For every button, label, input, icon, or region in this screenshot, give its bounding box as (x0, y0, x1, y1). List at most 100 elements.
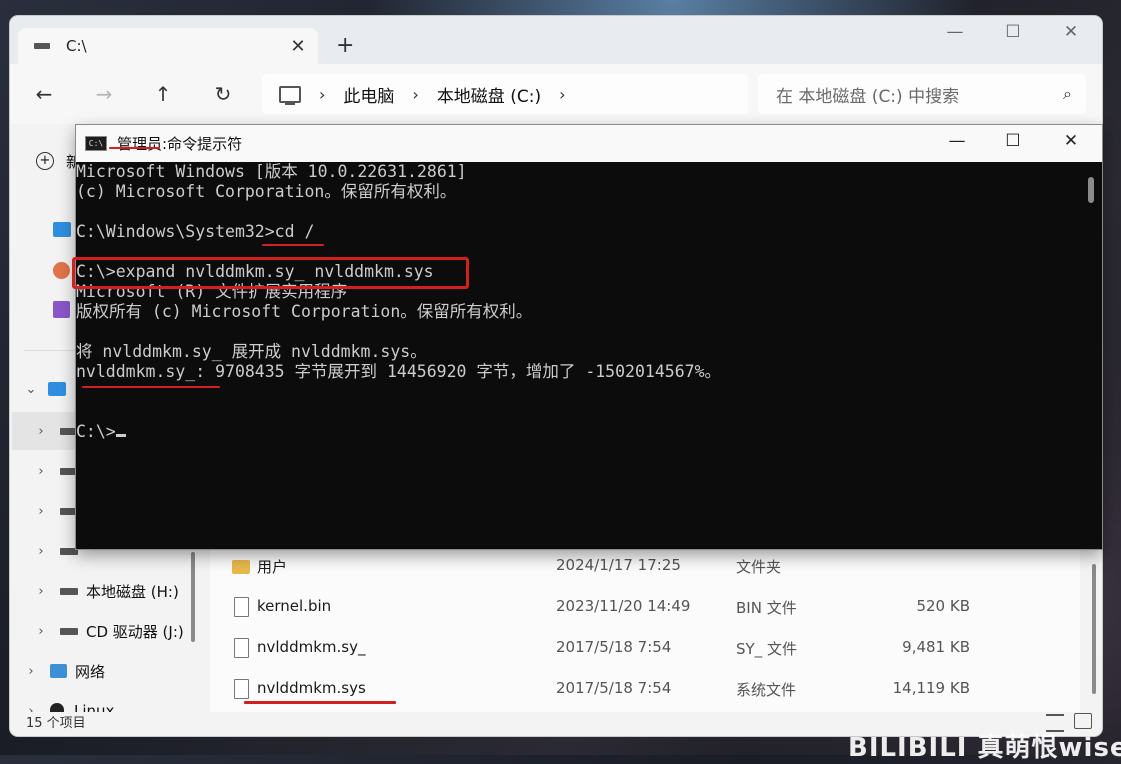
pictures-icon[interactable] (53, 222, 71, 237)
address-bar[interactable]: › 此电脑 › 本地磁盘 (C:) › (262, 74, 748, 114)
folder-icon (232, 560, 250, 574)
sidebar-item-label: 本地磁盘 (H:) (86, 582, 179, 601)
tab-close-icon[interactable]: ✕ (278, 36, 318, 57)
breadcrumb-c-drive[interactable]: 本地磁盘 (C:) (437, 82, 541, 107)
chevron-right-icon[interactable]: › (24, 664, 38, 679)
file-size: 14,119 KB (892, 679, 970, 697)
chevron-right-icon[interactable]: › (34, 584, 48, 599)
file-type: 文件夹 (736, 558, 782, 576)
cmd-minimize-button[interactable]: — (928, 131, 986, 155)
file-icon (234, 597, 249, 617)
text-cursor (115, 434, 126, 437)
chevron-right-icon[interactable]: › (34, 424, 48, 439)
sidebar-item-cd-drive[interactable]: › CD 驱动器 (J:) (10, 612, 198, 650)
search-icon: ⌕ (1063, 84, 1072, 103)
sidebar-item-network[interactable]: › 网络 (10, 652, 198, 690)
console-prompt: C:\> (76, 422, 116, 441)
sidebar-item-drive-h[interactable]: › 本地磁盘 (H:) (10, 572, 198, 610)
sidebar-item-label: CD 驱动器 (J:) (86, 622, 184, 641)
music-icon[interactable] (53, 262, 70, 279)
cmd-app-icon: C:\ (85, 136, 107, 151)
file-icon (234, 638, 249, 658)
chevron-right-icon: › (412, 84, 419, 104)
file-list: 用户 2024/1/17 17:25 文件夹 kernel.bin 2023/1… (210, 544, 1096, 714)
console-line: (c) Microsoft Corporation。保留所有权利。 (76, 182, 457, 201)
annotation-underline (244, 701, 396, 704)
cmd-maximize-button[interactable]: ☐ (984, 131, 1042, 155)
file-row[interactable]: nvlddmkm.sy_ 2017/5/18 7:54 SY_ 文件 9,481… (210, 628, 1080, 668)
annotation-underline (109, 147, 160, 149)
console-line: 将 nvlddmkm.sy_ 展开成 nvlddmkm.sys。 (76, 342, 427, 361)
watermark: BILIBILI 真萌恨wise (848, 733, 1121, 763)
console-prompt-line: C:\> (76, 422, 1081, 442)
chevron-down-icon[interactable]: ⌄ (24, 382, 38, 397)
console-output[interactable]: Microsoft Windows [版本 10.0.22631.2861] (… (76, 162, 1081, 548)
file-type: SY_ 文件 (736, 640, 797, 658)
file-date: 2017/5/18 7:54 (556, 679, 672, 697)
item-count: 15 个项目 (26, 716, 86, 731)
file-name: 用户 (257, 558, 288, 576)
cmd-title-bar[interactable]: C:\ 管理员: 命令提示符 — ☐ ✕ (76, 125, 1102, 162)
console-line: Microsoft Windows [版本 10.0.22631.2861] (76, 162, 467, 181)
tab-title: C:\ (66, 37, 87, 55)
file-name: nvlddmkm.sy_ (257, 638, 366, 656)
cmd-title-text: 命令提示符 (167, 135, 243, 153)
sidebar-item-label: 网络 (75, 662, 106, 681)
chevron-right-icon[interactable]: › (34, 504, 48, 519)
file-size: 9,481 KB (902, 638, 970, 656)
maximize-button[interactable]: ☐ (984, 22, 1042, 46)
file-list-scrollbar[interactable] (1092, 564, 1096, 694)
file-type: 系统文件 (736, 681, 797, 699)
navigation-bar: ← → ↑ ↻ › 此电脑 › 本地磁盘 (C:) › 在 本地磁盘 (C:) … (10, 64, 1102, 124)
file-type: BIN 文件 (736, 599, 797, 617)
videos-icon[interactable] (53, 301, 70, 318)
console-line: nvlddmkm.sy_: 9708435 字节展开到 14456920 字节，… (76, 362, 722, 381)
computer-icon (279, 85, 301, 105)
console-line: C:\Windows\System32>cd / (76, 222, 315, 241)
file-row[interactable]: kernel.bin 2023/11/20 14:49 BIN 文件 520 K… (210, 587, 1080, 627)
annotation-underline (82, 386, 220, 388)
drive-icon (60, 587, 78, 595)
file-row[interactable]: 用户 2024/1/17 17:25 文件夹 (210, 546, 1080, 586)
plus-circle-icon: + (36, 152, 54, 170)
breadcrumb-this-pc[interactable]: 此电脑 (343, 82, 394, 107)
file-size: 520 KB (916, 597, 970, 615)
file-date: 2017/5/18 7:54 (556, 638, 672, 656)
chevron-right-icon[interactable]: › (34, 624, 48, 639)
monitor-icon (48, 382, 66, 396)
up-button[interactable]: ↑ (151, 82, 175, 106)
chevron-right-icon[interactable]: › (559, 85, 565, 104)
file-date: 2024/1/17 17:25 (556, 556, 681, 574)
chevron-right-icon: › (319, 84, 326, 104)
console-line: 版权所有 (c) Microsoft Corporation。保留所有权利。 (76, 302, 533, 321)
new-tab-button[interactable]: + (336, 35, 354, 57)
minimize-button[interactable]: — (926, 22, 984, 46)
back-button[interactable]: ← (32, 82, 56, 106)
forward-button[interactable]: → (92, 82, 116, 106)
close-window-button[interactable]: ✕ (1042, 22, 1100, 46)
refresh-button[interactable]: ↻ (211, 82, 235, 106)
annotation-box (72, 257, 469, 289)
file-date: 2023/11/20 14:49 (556, 597, 691, 615)
chevron-right-icon[interactable]: › (34, 464, 48, 479)
tab-bar: C:\ ✕ + — ☐ ✕ (10, 16, 1102, 64)
cmd-title-admin: 管理员: (117, 135, 168, 153)
search-placeholder: 在 本地磁盘 (C:) 中搜索 (776, 86, 960, 107)
file-name: nvlddmkm.sys (257, 679, 366, 697)
cmd-scrollbar-thumb[interactable] (1088, 177, 1094, 203)
chevron-right-icon[interactable]: › (34, 544, 48, 559)
cd-drive-icon (60, 627, 78, 635)
system-file-icon (234, 679, 249, 699)
cmd-close-button[interactable]: ✕ (1042, 131, 1100, 155)
command-prompt-window: C:\ 管理员: 命令提示符 — ☐ ✕ Microsoft Windows [… (72, 125, 1102, 549)
annotation-underline (262, 244, 324, 246)
search-input[interactable]: 在 本地磁盘 (C:) 中搜索 ⌕ (758, 74, 1086, 114)
sidebar-scrollbar[interactable] (191, 552, 195, 642)
file-name: kernel.bin (257, 597, 332, 615)
drive-icon (34, 43, 50, 49)
tab-c-drive[interactable]: C:\ ✕ (18, 28, 318, 64)
